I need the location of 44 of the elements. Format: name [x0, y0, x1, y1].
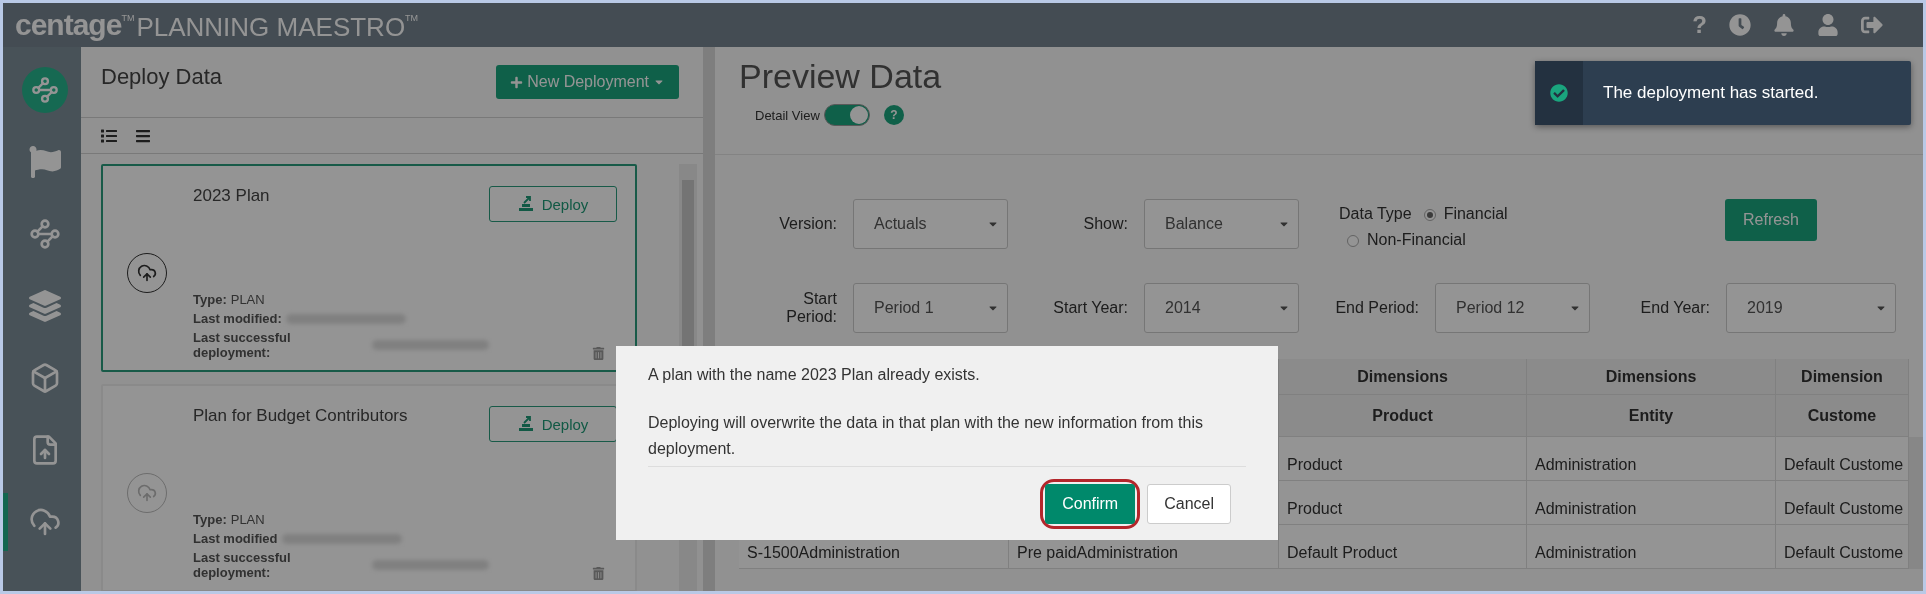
field-label: Show: [1083, 215, 1128, 233]
radio-label: Financial [1443, 205, 1508, 222]
table-cell: Default Custome [1776, 525, 1909, 569]
meta-value: PLAN [230, 292, 265, 307]
group-header: Dimensions [1527, 359, 1776, 395]
field-label: Version: [779, 215, 837, 233]
column-header: Entity [1527, 395, 1776, 437]
field-label: End Year: [1640, 299, 1710, 317]
table-cell: Administration [1527, 481, 1776, 525]
card-title: 2023 Plan [193, 186, 271, 206]
toggle-label: Detail View [755, 107, 820, 123]
table-cell: Default Product [1279, 525, 1527, 569]
table-cell: Default Custome [1776, 437, 1909, 481]
page-title: Preview Data [739, 57, 942, 96]
meta-label: Last successful deployment: [193, 550, 292, 580]
logo-brand: centage [15, 10, 122, 40]
field-label: Start Period: [785, 290, 837, 326]
meta-label: Last modified: [193, 311, 282, 326]
radio-label: Non-Financial [1367, 231, 1466, 248]
table-cell: Default Custome [1776, 481, 1909, 525]
column-header: Product [1279, 395, 1527, 437]
meta-label: Last successful deployment: [193, 330, 292, 360]
table-cell: Product [1279, 481, 1527, 525]
table-cell: Administration [1527, 525, 1776, 569]
product-name: PLANNING MAESTRO [136, 14, 406, 40]
meta-label: Last modified [193, 531, 278, 546]
group-header: Dimension [1776, 359, 1909, 395]
column-header: Custome [1776, 395, 1909, 437]
toast-message: The deployment has started. [1603, 83, 1819, 103]
meta-value: PLAN [230, 512, 265, 527]
group-header: Dimensions [1279, 359, 1527, 395]
panel-title: Deploy Data [101, 64, 223, 90]
dialog-message: Deploying will overwrite the data in that plan with the new information from this deployment. [648, 413, 1204, 459]
table-cell: Administration [1527, 437, 1776, 481]
dialog-message: A plan with the name 2023 Plan already exists. [648, 365, 981, 385]
field-label: Data Type [1339, 205, 1412, 222]
field-label: Start Year: [1053, 299, 1128, 317]
trademark: TM [121, 13, 135, 23]
trademark: TM [405, 13, 419, 23]
meta-label: Type: [193, 292, 227, 307]
card-title: Plan for Budget Contributors [193, 406, 409, 426]
table-cell: Product [1279, 437, 1527, 481]
meta-label: Type: [193, 512, 227, 527]
field-label: End Period: [1335, 299, 1419, 317]
